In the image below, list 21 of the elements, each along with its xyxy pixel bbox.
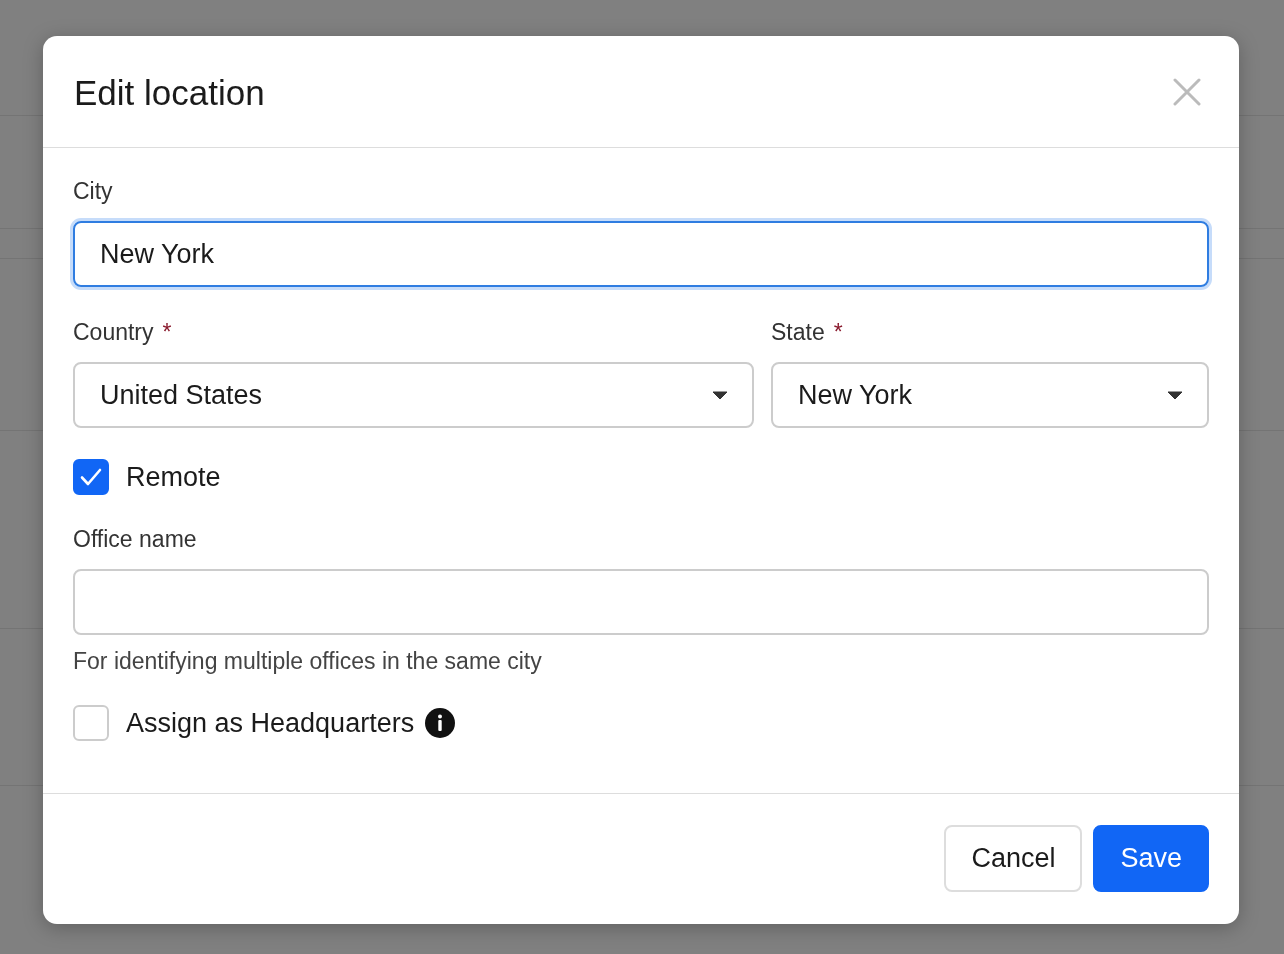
checkbox[interactable] — [73, 459, 109, 495]
helper-text: For identifying multiple offices in the same city — [73, 648, 543, 675]
close-icon[interactable] — [1173, 77, 1201, 106]
caret-icon — [712, 390, 728, 400]
checkbox-label: Remote — [126, 461, 221, 493]
checkbox-label: Assign as Headquarters — [126, 707, 415, 739]
info-icon[interactable] — [425, 708, 456, 738]
country-select[interactable]: United States — [73, 362, 754, 428]
field-label: State — [771, 319, 825, 347]
caret-icon — [1167, 390, 1183, 400]
state-select[interactable]: New York — [771, 362, 1209, 428]
city-input[interactable]: New York — [73, 221, 1209, 287]
cancel-button[interactable]: Cancel — [944, 825, 1083, 892]
office-name-input[interactable] — [73, 569, 1209, 635]
required-mark: * — [833, 319, 843, 347]
field-label: Country — [73, 319, 154, 347]
field-label: Office name — [73, 526, 197, 554]
dialog-title: Edit location — [74, 71, 265, 113]
save-button[interactable]: Save — [1093, 825, 1209, 892]
required-mark: * — [162, 319, 172, 347]
field-label: City — [73, 178, 113, 206]
